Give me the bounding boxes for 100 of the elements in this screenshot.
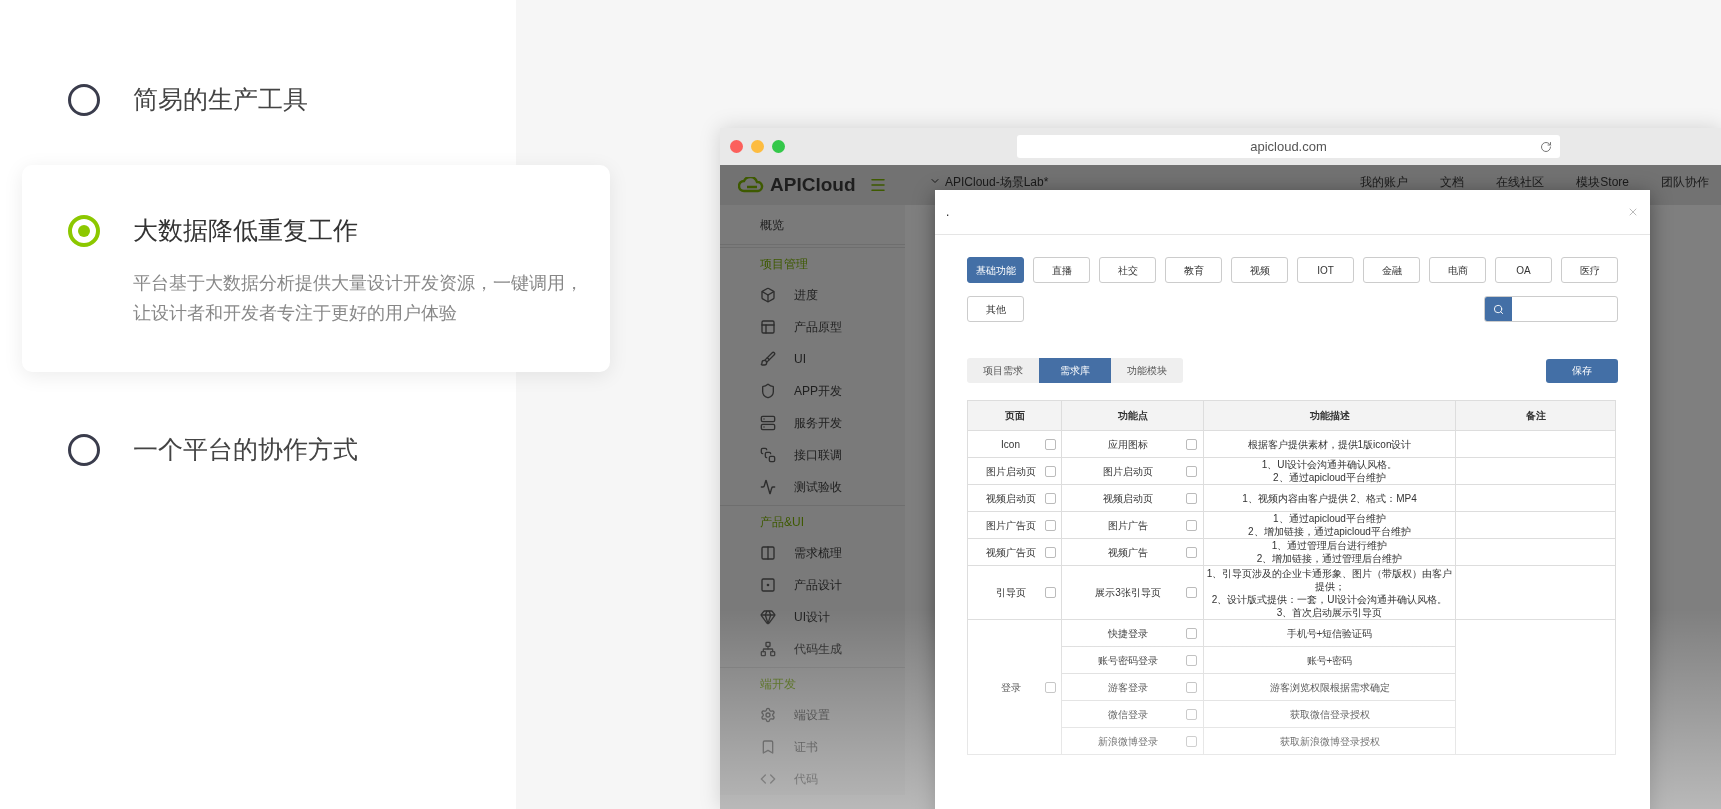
column-header: 功能描述: [1309, 410, 1350, 421]
sidebar-icon: [760, 319, 776, 335]
sidebar-item[interactable]: 证书: [794, 738, 818, 756]
checkbox[interactable]: [1045, 438, 1056, 450]
table-cell-text: 引导页: [994, 586, 1027, 600]
table-cell-text: 视频启动页: [1102, 491, 1154, 506]
search-icon: [1493, 303, 1504, 315]
sidebar-item[interactable]: 测试验收: [794, 478, 842, 496]
category-tag[interactable]: 直播: [1033, 257, 1090, 283]
menu-icon[interactable]: [869, 176, 887, 194]
table-cell-text: 应用图标: [1107, 437, 1149, 452]
sidebar-icon: [760, 383, 776, 399]
checkbox[interactable]: [1186, 465, 1197, 477]
tab[interactable]: 功能模块: [1111, 358, 1183, 383]
sidebar-item[interactable]: 概览: [760, 215, 784, 234]
nav-link[interactable]: 模块Store: [1576, 173, 1629, 191]
close-window-icon[interactable]: [730, 140, 743, 153]
maximize-window-icon[interactable]: [772, 140, 785, 153]
feature-title: 大数据降低重复工作: [133, 215, 358, 246]
sidebar-item[interactable]: UI设计: [794, 608, 830, 626]
table-cell-text: 账号密码登录: [1097, 653, 1159, 668]
sidebar-icon: [760, 415, 776, 431]
category-tag[interactable]: IOT: [1297, 257, 1354, 283]
column-header: 备注: [1525, 410, 1546, 421]
table-cell-text: 登录: [999, 680, 1022, 695]
sidebar-item[interactable]: APP开发: [794, 382, 842, 400]
sidebar-item[interactable]: UI: [794, 350, 806, 368]
reload-icon[interactable]: [1540, 140, 1552, 153]
sidebar-section: 端开发: [760, 674, 796, 693]
feature-card[interactable]: 大数据降低重复工作 平台基于大数据分析提供大量设计开发资源，一键调用，让设计者和开发者专注于更好的用户体验: [22, 165, 610, 372]
category-tag[interactable]: 金融: [1363, 257, 1420, 283]
table-cell: 获取微信登录授权: [1289, 708, 1370, 720]
table-cell: 1、通过管理后台进行维护 2、增加链接，通过管理后台维护: [1256, 540, 1403, 564]
radio-icon[interactable]: [68, 84, 100, 116]
sidebar-icon: [760, 739, 776, 755]
sidebar-icon: [760, 287, 776, 303]
close-icon[interactable]: [1627, 206, 1639, 218]
checkbox[interactable]: [1045, 465, 1056, 477]
checkbox[interactable]: [1045, 519, 1056, 531]
checkbox[interactable]: [1186, 519, 1197, 531]
table-cell-text: Icon: [1000, 437, 1021, 452]
nav-link[interactable]: 团队协作: [1661, 173, 1709, 191]
sidebar-item[interactable]: 产品原型: [794, 318, 842, 336]
sidebar-item[interactable]: 服务开发: [794, 414, 842, 432]
project-name[interactable]: APICloud-场景Lab*: [945, 173, 1049, 191]
checkbox[interactable]: [1186, 546, 1197, 558]
address-bar[interactable]: apicloud.com: [1017, 135, 1560, 158]
feature-title[interactable]: 一个平台的协作方式: [133, 431, 358, 469]
checkbox[interactable]: [1186, 492, 1197, 504]
save-button[interactable]: 保存: [1546, 358, 1618, 383]
checkbox[interactable]: [1186, 735, 1197, 747]
table-cell-text: 视频广告: [1107, 545, 1149, 560]
table-cell-text: 快捷登录: [1107, 626, 1149, 641]
table-cell: 1、视频内容由客户提供 2、格式：MP4: [1242, 492, 1417, 504]
cloud-logo-icon: [738, 177, 764, 193]
radio-selected-icon[interactable]: [68, 214, 100, 247]
sidebar-item[interactable]: 需求梳理: [794, 544, 842, 562]
checkbox[interactable]: [1045, 492, 1056, 504]
checkbox[interactable]: [1186, 627, 1197, 639]
checkbox[interactable]: [1186, 587, 1197, 598]
category-tag[interactable]: OA: [1495, 257, 1552, 283]
modal-title: .: [946, 204, 950, 221]
category-tag[interactable]: 电商: [1429, 257, 1486, 283]
sidebar-item[interactable]: 代码生成: [794, 640, 842, 658]
category-tag[interactable]: 医疗: [1561, 257, 1618, 283]
radio-icon[interactable]: [68, 434, 100, 466]
table-cell-text: 视频启动页: [984, 491, 1037, 506]
sidebar-item[interactable]: 进度: [794, 286, 818, 304]
sidebar-item[interactable]: 代码: [794, 770, 818, 788]
nav-link[interactable]: 在线社区: [1496, 173, 1545, 191]
checkbox[interactable]: [1186, 654, 1197, 666]
checkbox[interactable]: [1186, 681, 1197, 693]
checkbox[interactable]: [1045, 546, 1056, 558]
nav-link[interactable]: 文档: [1440, 173, 1465, 191]
sidebar-icon: [760, 479, 776, 495]
tab[interactable]: 项目需求: [967, 358, 1039, 383]
checkbox[interactable]: [1186, 438, 1197, 450]
sidebar-item[interactable]: 接口联调: [794, 446, 842, 464]
nav-link[interactable]: 我的账户: [1360, 173, 1409, 191]
category-tag[interactable]: 社交: [1099, 257, 1156, 283]
sidebar-item[interactable]: 产品设计: [794, 576, 842, 594]
search-field[interactable]: [1484, 296, 1618, 322]
category-tag[interactable]: 基础功能: [967, 257, 1024, 283]
category-tag[interactable]: 视频: [1231, 257, 1288, 283]
table-cell-text: 微信登录: [1107, 707, 1149, 722]
tab[interactable]: 需求库: [1039, 358, 1111, 383]
table-cell-text: 图片广告页: [984, 518, 1037, 533]
checkbox[interactable]: [1045, 587, 1056, 598]
sidebar-icon: [760, 577, 776, 593]
sidebar-icon: [760, 609, 776, 625]
table-cell: 游客浏览权限根据需求确定: [1269, 681, 1390, 693]
feature-title[interactable]: 简易的生产工具: [133, 81, 308, 119]
category-tag[interactable]: 教育: [1165, 257, 1222, 283]
column-header: 页面: [1004, 410, 1025, 421]
category-tag[interactable]: 其他: [967, 296, 1024, 322]
checkbox[interactable]: [1045, 681, 1056, 693]
checkbox[interactable]: [1186, 708, 1197, 720]
minimize-window-icon[interactable]: [751, 140, 764, 153]
sidebar-icon: [760, 351, 776, 367]
table-cell: 账号+密码: [1306, 654, 1353, 666]
